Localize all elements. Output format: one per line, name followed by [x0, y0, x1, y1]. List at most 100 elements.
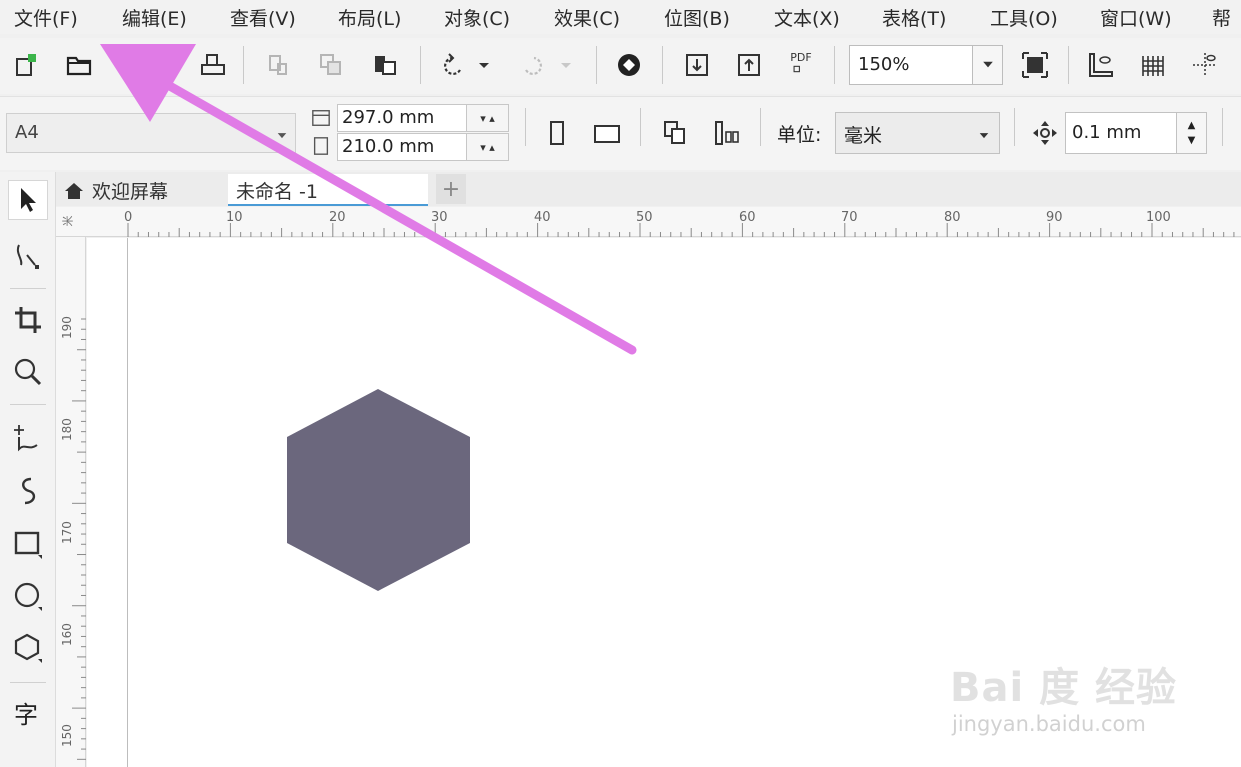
undo-icon[interactable]: [436, 48, 470, 82]
all-pages-icon[interactable]: [658, 116, 692, 150]
corel-connect-icon[interactable]: [612, 48, 646, 82]
menu-text[interactable]: 文本(X): [774, 4, 840, 31]
nudge-distance-icon: [1028, 116, 1062, 150]
polygon-tool-icon[interactable]: [8, 628, 48, 668]
toolbar-separator: [834, 46, 835, 84]
rectangle-tool-icon[interactable]: [8, 524, 48, 564]
ruler-tick-label: 20: [329, 210, 346, 225]
ruler-tick-label: 80: [944, 210, 961, 225]
ruler-tick-label: 160: [60, 623, 74, 646]
show-guidelines-icon[interactable]: [1188, 48, 1222, 82]
menu-tools[interactable]: 工具(O): [990, 4, 1058, 31]
menu-view[interactable]: 查看(V): [230, 4, 296, 31]
home-icon: [65, 183, 83, 199]
ruler-tick-label: 30: [431, 210, 448, 225]
baidu-jingyan-watermark-logo: Bai 度 经验: [950, 665, 1178, 711]
zoom-level-input[interactable]: 150%: [849, 45, 973, 85]
page-border: [127, 238, 128, 767]
menu-edit[interactable]: 编辑(E): [122, 4, 187, 31]
page-height-icon: [310, 136, 334, 158]
zoom-dropdown-button[interactable]: [973, 45, 1003, 85]
export-icon[interactable]: [732, 48, 766, 82]
page-width-input[interactable]: 297.0 mm: [337, 104, 467, 132]
menu-bitmaps[interactable]: 位图(B): [664, 4, 730, 31]
nudge-distance-input[interactable]: 0.1 mm: [1065, 112, 1177, 154]
svg-text:字: 字: [14, 701, 38, 729]
tab-document-label: 未命名 -1: [236, 181, 318, 203]
portrait-icon[interactable]: [540, 116, 574, 150]
toolbox-separator: [10, 404, 46, 405]
menu-window[interactable]: 窗口(W): [1100, 4, 1172, 31]
menu-table[interactable]: 表格(T): [882, 4, 946, 31]
ruler-tick-label: 150: [60, 724, 74, 747]
nudge-distance-spinner[interactable]: ▲ ▼: [1177, 112, 1207, 154]
horizontal-ruler: 米 0 10 20 30 40 50 60 70 80 90 100: [56, 207, 1241, 237]
page-width-spinner[interactable]: ▾ ▴: [467, 104, 509, 132]
tab-welcome-label: 欢迎屏幕: [92, 181, 169, 203]
paste-icon[interactable]: [368, 48, 402, 82]
zoom-to-page-icon[interactable]: [1018, 48, 1052, 82]
page-height-spinner[interactable]: ▾ ▴: [467, 133, 509, 161]
document-tabs: 欢迎屏幕 未命名 -1 +: [56, 172, 1241, 206]
menu-object[interactable]: 对象(C): [444, 4, 510, 31]
page-height-input[interactable]: 210.0 mm: [337, 133, 467, 161]
menu-help[interactable]: 帮: [1212, 4, 1231, 31]
ruler-tick-label: 190: [60, 316, 74, 339]
new-tab-button[interactable]: +: [436, 174, 466, 204]
copy-icon[interactable]: [314, 48, 348, 82]
toolbox-separator: [10, 288, 46, 289]
toolbar-separator: [662, 46, 663, 84]
new-document-icon[interactable]: [10, 48, 44, 82]
redo-icon[interactable]: [516, 48, 550, 82]
menu-bar: 文件(F) 编辑(E) 查看(V) 布局(L) 对象(C) 效果(C) 位图(B…: [0, 0, 1241, 34]
redo-dropdown-icon[interactable]: [556, 48, 576, 82]
ruler-tick-label: 100: [1146, 210, 1171, 225]
watermark-url: jingyan.baidu.com: [952, 712, 1146, 736]
shape-tool-icon[interactable]: [8, 236, 48, 276]
pick-tool-icon[interactable]: [8, 180, 48, 220]
publish-pdf-icon[interactable]: PDF: [784, 46, 818, 80]
toolbar-separator: [760, 108, 761, 146]
crop-tool-icon[interactable]: [8, 300, 48, 340]
cut-icon[interactable]: [262, 48, 296, 82]
toolbar-separator: [243, 46, 244, 84]
ruler-tick-label: 50: [636, 210, 653, 225]
ruler-tick-label: 90: [1046, 210, 1063, 225]
text-tool-icon[interactable]: 字: [8, 694, 48, 734]
ruler-tick-label: 180: [60, 418, 74, 441]
menu-layout[interactable]: 布局(L): [338, 4, 401, 31]
import-icon[interactable]: [680, 48, 714, 82]
ruler-tick-label: 10: [226, 210, 243, 225]
ruler-tick-label: 70: [841, 210, 858, 225]
artistic-media-tool-icon[interactable]: [8, 470, 48, 510]
tab-welcome-screen[interactable]: 欢迎屏幕: [56, 174, 176, 206]
units-dropdown-icon[interactable]: [978, 126, 992, 140]
show-grid-icon[interactable]: [1136, 48, 1170, 82]
ruler-tick-label: 0: [124, 210, 133, 225]
freehand-tool-icon[interactable]: [8, 418, 48, 458]
units-label: 单位:: [777, 124, 822, 146]
toolbar-separator: [420, 46, 421, 84]
chevron-down-icon: [982, 61, 993, 68]
toolbar-separator: [1222, 108, 1223, 146]
menu-file[interactable]: 文件(F): [14, 4, 78, 31]
page-size-dropdown-icon[interactable]: [276, 126, 290, 140]
landscape-icon[interactable]: [590, 116, 624, 150]
toolbar-separator: [525, 108, 526, 146]
coreldraw-window: 文件(F) 编辑(E) 查看(V) 布局(L) 对象(C) 效果(C) 位图(B…: [0, 0, 1241, 767]
vertical-ruler: 190 180 170 160 150: [56, 237, 86, 767]
units-select[interactable]: 毫米: [835, 112, 1000, 154]
show-rulers-icon[interactable]: [1084, 48, 1118, 82]
ellipse-tool-icon[interactable]: [8, 576, 48, 616]
current-page-icon[interactable]: [710, 116, 744, 150]
open-folder-icon[interactable]: [62, 48, 96, 82]
ruler-tick-label: 170: [60, 521, 74, 544]
tab-document[interactable]: 未命名 -1: [228, 174, 428, 206]
print-icon[interactable]: [196, 48, 230, 82]
menu-effects[interactable]: 效果(C): [554, 4, 620, 31]
page-size-select[interactable]: A4: [6, 113, 296, 153]
zoom-tool-icon[interactable]: [8, 352, 48, 392]
pdf-label: PDF: [790, 51, 812, 64]
toolbar-separator: [640, 108, 641, 146]
undo-dropdown-icon[interactable]: [474, 48, 494, 82]
